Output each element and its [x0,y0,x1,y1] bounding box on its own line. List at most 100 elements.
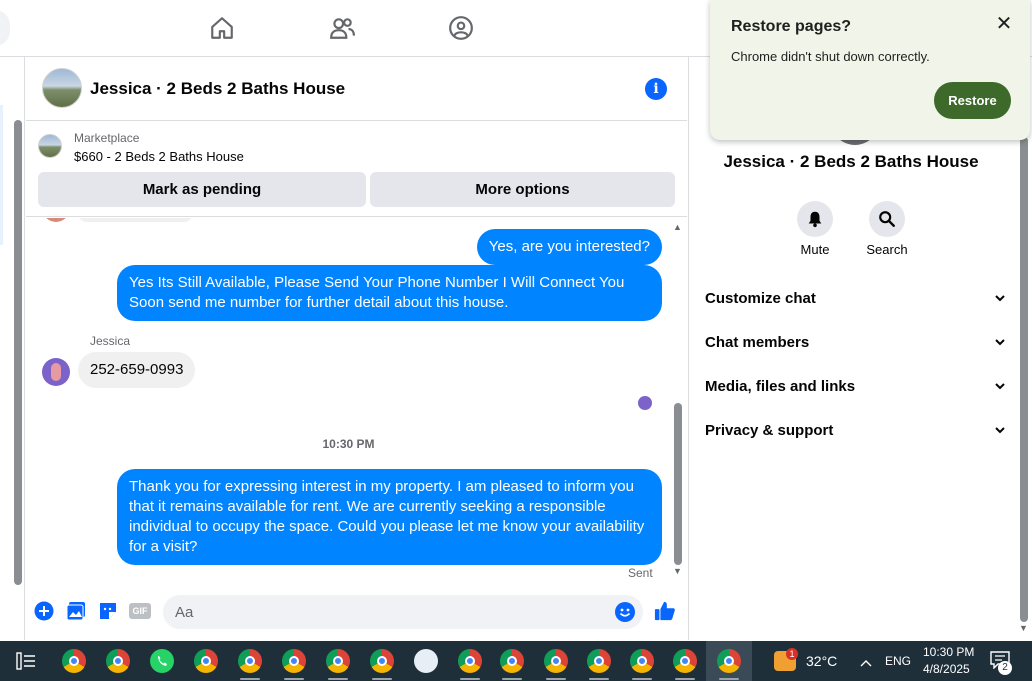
groups-icon[interactable] [447,14,475,42]
chrome-icon[interactable] [544,649,568,673]
running-indicator [632,678,652,680]
chrome-icon[interactable] [587,649,611,673]
chevron-down-icon [995,339,1005,346]
running-indicator [372,678,392,680]
message-bubble-outgoing[interactable]: Thank you for expressing interest in my … [117,469,662,565]
scroll-down-arrow-icon[interactable]: ▼ [673,566,682,576]
chrome-icon[interactable] [62,649,86,673]
thumbs-up-icon[interactable] [653,599,677,623]
windows-taskbar: 1 32°C ENG 10:30 PM 4/8/2025 2 [0,641,1032,681]
chevron-down-icon [995,427,1005,434]
chrome-icon[interactable] [282,649,306,673]
composer: GIF [26,590,687,634]
language-indicator[interactable]: ENG [885,654,911,668]
chat-title[interactable]: Jessica · 2 Beds 2 Baths House [90,79,345,99]
task-view-icon[interactable] [16,652,36,670]
panel-scroll-down-arrow-icon[interactable]: ▼ [1019,623,1028,633]
chat-avatar[interactable] [42,68,82,108]
bell-icon [808,211,822,228]
restore-button[interactable]: Restore [934,82,1011,119]
whatsapp-icon[interactable] [150,649,174,673]
chrome-icon[interactable] [717,649,741,673]
chevron-down-icon [995,383,1005,390]
restore-pages-dialog: Restore pages? ✕ Chrome didn't shut down… [710,0,1030,140]
home-icon[interactable] [208,14,236,42]
section-media-files-links[interactable]: Media, files and links [705,374,1005,398]
running-indicator [284,678,304,680]
chat-details-panel: Jessica · 2 Beds 2 Baths House Mute Sear… [688,57,1032,640]
message-bubble-outgoing[interactable]: Yes Its Still Available, Please Send You… [117,265,662,321]
search-button[interactable] [869,201,905,237]
chrome-icon[interactable] [326,649,350,673]
message-thread: Yes, are you interested? Yes Its Still A… [26,218,687,584]
section-label: Chat members [705,333,810,351]
clock-date[interactable]: 4/8/2025 [923,662,970,676]
close-icon[interactable]: ✕ [994,14,1014,34]
search-icon [879,211,895,227]
section-label: Privacy & support [705,421,834,439]
chrome-icon[interactable] [630,649,654,673]
gif-icon[interactable]: GIF [129,603,151,619]
listing-title[interactable]: $660 - 2 Beds 2 Baths House [74,149,244,164]
clock-time[interactable]: 10:30 PM [923,645,974,659]
chrome-icon[interactable] [106,649,130,673]
scroll-up-arrow-icon[interactable]: ▲ [673,222,682,232]
chrome-icon[interactable] [370,649,394,673]
chat-list-scrollbar[interactable] [14,120,22,585]
chrome-icon[interactable] [673,649,697,673]
panel-scrollbar[interactable] [1020,137,1028,622]
seen-indicator [638,396,652,410]
mark-pending-button[interactable]: Mark as pending [38,172,366,207]
listing-thumbnail[interactable] [38,134,62,158]
running-indicator [589,678,609,680]
sent-status: Sent [628,566,653,580]
search-label: Search [866,242,908,257]
sender-avatar [42,218,70,222]
message-scrollbar[interactable] [674,403,682,565]
friends-icon[interactable] [328,14,356,42]
notification-badge: 2 [998,661,1012,675]
section-privacy-support[interactable]: Privacy & support [705,418,1005,442]
chat-header: Jessica · 2 Beds 2 Baths House i [26,57,687,121]
running-indicator [675,678,695,680]
emoji-icon[interactable] [615,602,635,622]
plus-icon[interactable] [34,601,54,621]
chrome-icon[interactable] [458,649,482,673]
sender-name: Jessica [90,334,131,348]
pinned-app-icon[interactable] [414,649,438,673]
message-bubble-incoming[interactable] [78,218,193,222]
timestamp-separator: 10:30 PM [322,437,375,451]
running-indicator [328,678,348,680]
marketplace-bar: Marketplace $660 - 2 Beds 2 Baths House … [26,122,687,217]
chevron-down-icon [995,295,1005,302]
search-pill[interactable] [0,10,10,46]
running-indicator [719,678,739,680]
photo-icon[interactable] [66,601,86,621]
info-icon[interactable]: i [645,78,667,100]
mute-label: Mute [800,242,830,257]
dialog-message: Chrome didn't shut down correctly. [731,49,930,64]
chrome-icon[interactable] [500,649,524,673]
mute-button[interactable] [797,201,833,237]
jessica-avatar[interactable] [42,358,70,386]
message-bubble-outgoing[interactable]: Yes, are you interested? [476,229,662,265]
panel-chat-name: Jessica · 2 Beds 2 Baths House [723,152,979,171]
selected-chat-highlight [0,105,3,245]
chevron-up-icon[interactable] [860,655,872,667]
running-indicator [460,678,480,680]
temperature[interactable]: 32°C [806,653,837,669]
chrome-icon[interactable] [238,649,262,673]
running-indicator [240,678,260,680]
more-options-button[interactable]: More options [370,172,675,207]
running-indicator [502,678,522,680]
marketplace-label: Marketplace [74,131,140,145]
message-input-box [163,595,643,629]
section-customize-chat[interactable]: Customize chat [705,286,1005,310]
section-chat-members[interactable]: Chat members [705,330,1005,354]
message-input[interactable] [175,602,595,622]
dialog-title: Restore pages? [731,18,852,35]
chrome-icon[interactable] [194,649,218,673]
sticker-icon[interactable] [98,601,118,621]
section-label: Customize chat [705,289,816,307]
message-bubble-incoming[interactable]: 252-659-0993 [78,352,196,388]
